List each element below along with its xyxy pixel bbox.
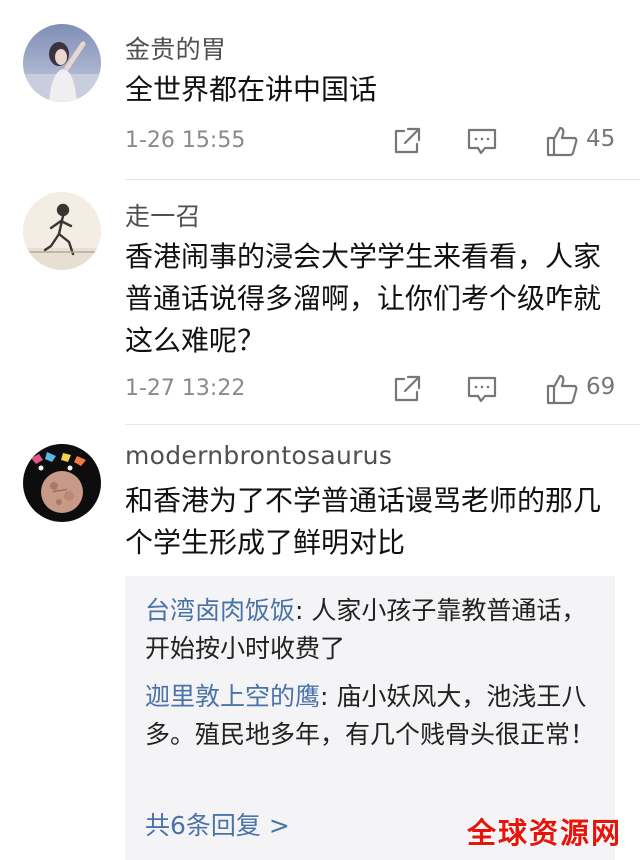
comment-text: 和香港为了不学普通话谩骂老师的那几个学生形成了鲜明对比 (125, 484, 602, 559)
thumbs-up-icon[interactable] (545, 124, 579, 158)
comment-icon[interactable] (465, 124, 499, 158)
comment-1: 金贵的胃 全世界都在讲中国话 1-26 15:55 45 (0, 0, 640, 180)
comment-actions: 1-26 15:55 45 (125, 124, 620, 160)
share-icon[interactable] (390, 372, 424, 406)
comment-actions: 1-27 13:22 69 (125, 372, 620, 408)
username[interactable]: 金贵的胃 (125, 30, 226, 66)
like-count: 69 (586, 374, 616, 400)
comment-text: 全世界都在讲中国话 (125, 73, 378, 106)
avatar[interactable] (23, 24, 101, 102)
comment-icon[interactable] (465, 372, 499, 406)
timestamp: 1-26 15:55 (125, 128, 246, 153)
reply-separator: : (320, 682, 337, 711)
share-icon[interactable] (390, 124, 424, 158)
username[interactable]: 走一召 (125, 197, 201, 233)
thumbs-up-icon[interactable] (545, 372, 579, 406)
timestamp: 1-27 13:22 (125, 376, 246, 401)
avatar[interactable] (23, 192, 101, 270)
watermark: 全球资源网 (466, 816, 622, 850)
reply-author[interactable]: 迦里敦上空的鹰 (145, 682, 320, 711)
more-replies-link[interactable]: 共6条回复 > (145, 806, 290, 842)
like-count: 45 (586, 126, 616, 152)
reply-item[interactable]: 迦里敦上空的鹰: 庙小妖风大，池浅王八多。殖民地多年，有几个贱骨头很正常！ (145, 678, 600, 754)
avatar[interactable] (23, 444, 101, 522)
reply-author[interactable]: 台湾卤肉饭饭 (145, 596, 295, 625)
username[interactable]: modernbrontosaurus (125, 441, 392, 470)
comment-2: 走一召 香港闹事的浸会大学学生来看看，人家普通话说得多溜啊，让你们考个级咋就这么… (0, 180, 640, 425)
reply-separator: : (295, 596, 312, 625)
reply-item[interactable]: 台湾卤肉饭饭: 人家小孩子靠教普通话，开始按小时收费了 (145, 592, 600, 668)
comment-text: 香港闹事的浸会大学学生来看看，人家普通话说得多溜啊，让你们考个级咋就这么难呢？ (125, 240, 602, 357)
